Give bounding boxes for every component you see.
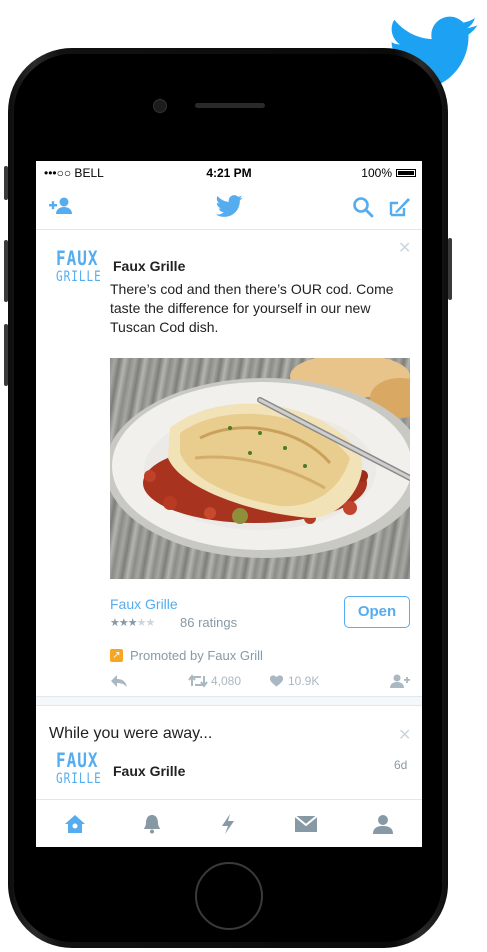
star-empty-icon: ★ xyxy=(145,617,156,629)
bottom-tab-bar xyxy=(36,799,422,847)
app-card-name[interactable]: Faux Grille xyxy=(110,596,178,612)
ratings-count: 86 ratings xyxy=(180,615,238,630)
while-away-heading: While you were away... xyxy=(49,725,213,742)
dismiss-while-away-icon[interactable]: ✕ xyxy=(398,725,411,745)
messages-icon[interactable] xyxy=(294,815,318,833)
battery-percent: 100% xyxy=(361,166,392,180)
earpiece-speaker xyxy=(195,103,265,108)
star-icon: ★ xyxy=(118,617,129,629)
star-empty-icon: ★ xyxy=(136,617,147,629)
cod-dish-photo xyxy=(110,358,410,558)
mute-switch xyxy=(4,166,8,200)
half-star-icon: ★ xyxy=(127,617,138,629)
faux-grille-avatar-2[interactable]: FAUX GRILLE xyxy=(56,750,102,792)
dismiss-tweet-icon[interactable]: ✕ xyxy=(398,238,411,258)
avatar-logo-text-bottom: GRILLE xyxy=(56,267,102,285)
tweet-text: There’s cod and then there’s OUR cod. Co… xyxy=(110,281,394,335)
while-away-author[interactable]: Faux Grille xyxy=(113,763,185,779)
like-heart-icon[interactable] xyxy=(269,674,284,688)
star-rating: ★★★★★ xyxy=(110,616,156,629)
like-count: 10.9K xyxy=(288,674,320,688)
reply-icon[interactable] xyxy=(110,674,128,688)
tweet-author[interactable]: Faux Grille xyxy=(113,258,185,274)
compose-icon[interactable] xyxy=(388,195,412,219)
promoted-by-label: Promoted by Faux Grill xyxy=(130,648,263,663)
profile-icon[interactable] xyxy=(372,813,394,835)
moments-icon[interactable] xyxy=(220,813,236,835)
faux-grille-avatar[interactable]: FAUX GRILLE xyxy=(56,248,102,290)
open-app-button[interactable]: Open xyxy=(344,596,410,628)
promoted-tweet[interactable]: ✕ FAUX GRILLE Faux Grille There’s cod an… xyxy=(36,230,422,695)
volume-down-button xyxy=(4,324,8,386)
while-away-timestamp: 6d xyxy=(394,758,408,772)
twitter-bird-icon[interactable] xyxy=(216,194,243,218)
retweet-icon[interactable] xyxy=(188,674,208,688)
search-icon[interactable] xyxy=(352,196,374,218)
home-icon[interactable] xyxy=(64,814,86,834)
status-bar: •••○○ BELL 4:21 PM 100% xyxy=(36,161,422,185)
tweet-media-image[interactable] xyxy=(110,358,410,579)
retweet-count: 4,080 xyxy=(211,674,242,688)
add-user-icon[interactable] xyxy=(48,195,74,217)
volume-up-button xyxy=(4,240,8,302)
home-button[interactable] xyxy=(195,862,263,930)
top-navbar xyxy=(36,185,422,230)
promoted-icon: ↗ xyxy=(110,649,123,662)
battery-icon xyxy=(396,169,416,177)
notifications-icon[interactable] xyxy=(142,813,162,835)
front-camera xyxy=(153,99,167,113)
phone-screen: •••○○ BELL 4:21 PM 100% ✕ FAUX GRILLE Fa… xyxy=(36,161,422,847)
power-button xyxy=(448,238,452,300)
timeline-divider xyxy=(36,696,422,706)
follow-user-icon[interactable] xyxy=(390,674,410,688)
star-icon: ★ xyxy=(110,617,120,629)
avatar-logo-text-bottom: GRILLE xyxy=(56,769,102,787)
